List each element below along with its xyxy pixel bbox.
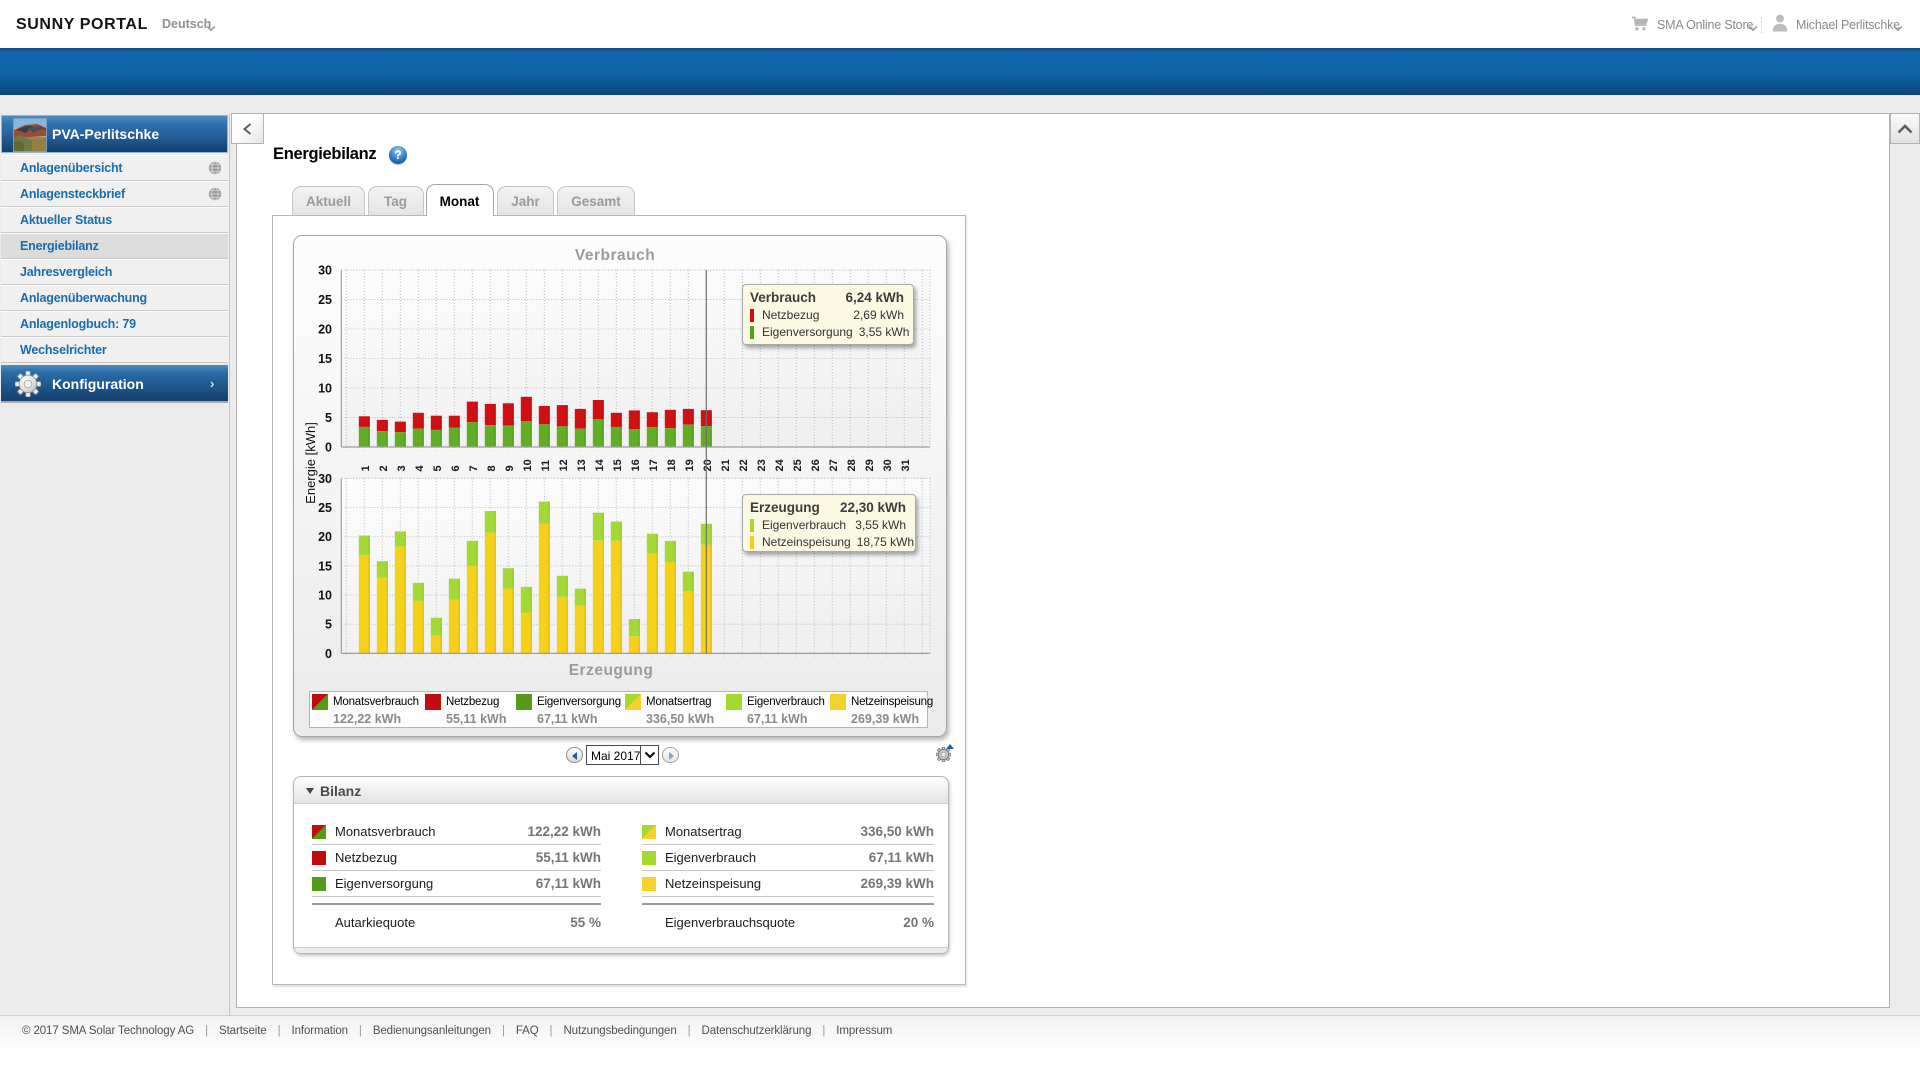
svg-text:8: 8 bbox=[486, 465, 498, 471]
svg-text:15: 15 bbox=[318, 559, 332, 573]
svg-text:15: 15 bbox=[318, 352, 332, 366]
svg-text:25: 25 bbox=[318, 293, 332, 307]
svg-text:5: 5 bbox=[325, 618, 332, 632]
svg-text:25: 25 bbox=[318, 501, 332, 515]
svg-text:29: 29 bbox=[864, 459, 876, 471]
svg-text:26: 26 bbox=[810, 459, 822, 471]
svg-text:30: 30 bbox=[318, 264, 332, 278]
svg-text:10: 10 bbox=[318, 382, 332, 396]
svg-text:15: 15 bbox=[612, 459, 624, 471]
svg-text:21: 21 bbox=[720, 459, 732, 471]
svg-text:20: 20 bbox=[318, 323, 332, 337]
svg-text:31: 31 bbox=[900, 459, 912, 471]
svg-text:4: 4 bbox=[414, 465, 426, 472]
svg-text:30: 30 bbox=[882, 459, 894, 471]
svg-text:16: 16 bbox=[630, 459, 642, 471]
svg-text:19: 19 bbox=[684, 459, 696, 471]
svg-text:Erzeugung: Erzeugung bbox=[569, 662, 654, 679]
svg-text:0: 0 bbox=[325, 647, 332, 661]
svg-text:14: 14 bbox=[594, 458, 606, 471]
svg-text:5: 5 bbox=[325, 411, 332, 425]
svg-text:25: 25 bbox=[792, 459, 804, 471]
svg-text:22: 22 bbox=[738, 459, 750, 471]
svg-text:23: 23 bbox=[756, 459, 768, 471]
svg-text:7: 7 bbox=[468, 465, 480, 471]
svg-text:24: 24 bbox=[774, 458, 786, 471]
svg-text:11: 11 bbox=[540, 460, 552, 472]
svg-text:20: 20 bbox=[318, 530, 332, 544]
svg-text:27: 27 bbox=[828, 459, 840, 471]
svg-text:13: 13 bbox=[576, 459, 588, 471]
svg-text:9: 9 bbox=[504, 465, 516, 471]
svg-text:Energie [kWh]: Energie [kWh] bbox=[303, 422, 318, 504]
svg-text:1: 1 bbox=[360, 465, 372, 471]
svg-text:10: 10 bbox=[522, 459, 534, 471]
svg-text:28: 28 bbox=[846, 459, 858, 471]
svg-text:3: 3 bbox=[396, 465, 408, 471]
svg-text:0: 0 bbox=[325, 441, 332, 455]
svg-text:30: 30 bbox=[318, 472, 332, 486]
svg-text:2: 2 bbox=[378, 465, 390, 471]
svg-text:10: 10 bbox=[318, 589, 332, 603]
svg-text:20: 20 bbox=[702, 459, 714, 471]
svg-text:12: 12 bbox=[558, 459, 570, 471]
svg-text:Verbrauch: Verbrauch bbox=[575, 247, 655, 264]
svg-text:6: 6 bbox=[450, 465, 462, 471]
svg-text:17: 17 bbox=[648, 459, 660, 471]
svg-text:18: 18 bbox=[666, 459, 678, 471]
svg-text:5: 5 bbox=[432, 465, 444, 471]
